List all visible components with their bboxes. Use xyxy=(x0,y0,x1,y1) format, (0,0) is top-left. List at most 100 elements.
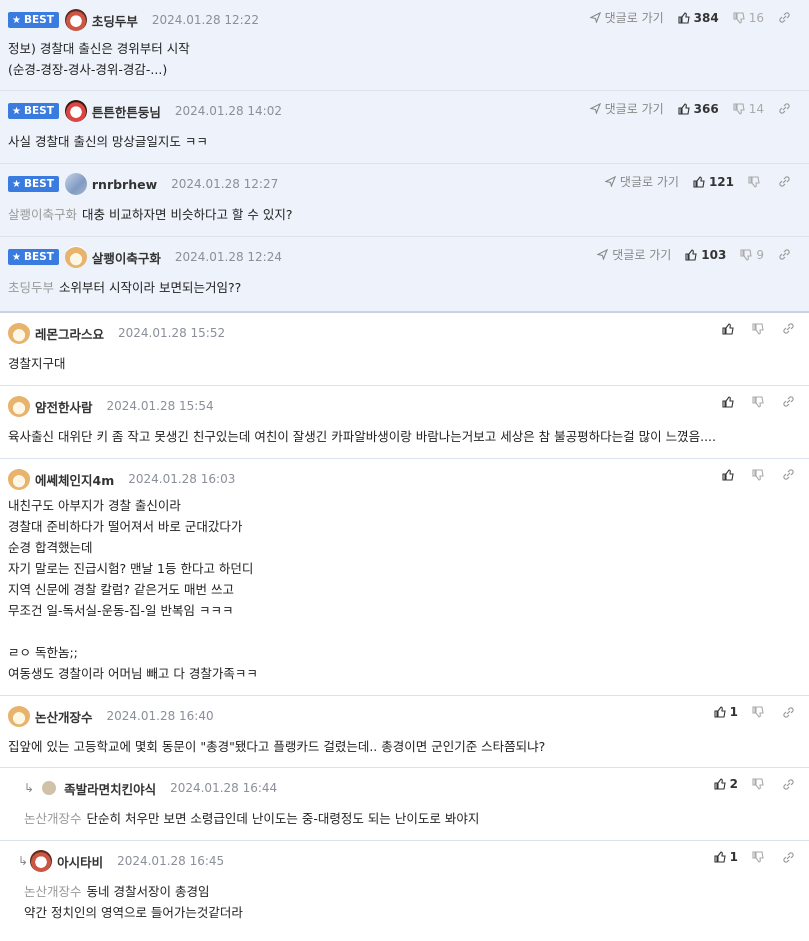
send-icon xyxy=(604,176,616,187)
upvote-button[interactable]: 103 xyxy=(685,248,726,262)
send-icon xyxy=(597,249,609,260)
mention[interactable]: 초딩두부 xyxy=(8,280,54,295)
thumbs-up-icon xyxy=(693,175,705,188)
link-icon xyxy=(779,176,790,187)
go-to-reply-link[interactable]: 댓글로 가기 xyxy=(604,173,679,190)
thumbs-up-icon xyxy=(678,11,690,24)
comment-date: 2024.01.28 16:44 xyxy=(170,781,278,795)
comment-item: ★ BEST 초딩두부 2024.01.28 12:22 댓글로 가기 384 1… xyxy=(0,0,809,91)
comment-item: 논산개장수 2024.01.28 16:40 1 집앞에 있는 고등학교에 몇회… xyxy=(0,696,809,768)
comment-date: 2024.01.28 15:54 xyxy=(106,399,214,413)
avatar[interactable] xyxy=(64,173,87,195)
downvote-button[interactable] xyxy=(752,468,768,481)
upvote-button[interactable]: 2 xyxy=(714,777,738,791)
link-icon xyxy=(779,12,790,23)
comment-text: 경찰지구대 xyxy=(8,356,66,371)
comment-date: 2024.01.28 16:45 xyxy=(117,854,225,868)
avatar[interactable] xyxy=(30,850,53,872)
comment-author[interactable]: 얌전한사람 xyxy=(35,397,93,416)
comment-list: ★ BEST 초딩두부 2024.01.28 12:22 댓글로 가기 384 1… xyxy=(0,0,809,941)
mention[interactable]: 살쾡이축구화 xyxy=(8,207,77,222)
share-link-button[interactable] xyxy=(782,322,799,335)
downvote-button[interactable] xyxy=(752,851,768,863)
thumbs-up-icon xyxy=(714,851,726,863)
comment-item: 에쎄체인지4m 2024.01.28 16:03 내친구도 아부지가 경찰 출신… xyxy=(0,459,809,696)
downvote-button[interactable]: 14 xyxy=(733,102,764,116)
thumbs-down-icon xyxy=(752,706,764,718)
avatar[interactable] xyxy=(8,468,30,490)
avatar[interactable] xyxy=(64,9,87,31)
avatar[interactable] xyxy=(8,395,30,417)
best-badge: ★ BEST xyxy=(8,249,59,265)
upvote-button[interactable]: 121 xyxy=(693,175,734,189)
downvote-button[interactable] xyxy=(752,778,768,790)
avatar[interactable] xyxy=(64,100,87,122)
downvote-button[interactable] xyxy=(752,706,768,718)
comment-author[interactable]: rnrbrhew xyxy=(92,177,157,192)
go-to-reply-link[interactable]: 댓글로 가기 xyxy=(589,9,664,26)
comment-item: ★ BEST 살쾡이축구화 2024.01.28 12:24 댓글로 가기 103… xyxy=(0,237,809,313)
send-icon xyxy=(589,103,601,114)
downvote-button[interactable] xyxy=(752,395,768,408)
downvote-button[interactable]: 9 xyxy=(740,248,764,262)
reply-item: ↳ 아시타비 2024.01.28 16:45 1 논산개장수 동네 경찰서장이 … xyxy=(0,841,809,941)
thumbs-up-icon xyxy=(685,248,697,261)
comment-text: 살쾡이축구화 대충 비교하자면 비슷하다고 할 수 있지? xyxy=(8,207,293,222)
thumbs-down-icon xyxy=(752,468,764,481)
share-link-button[interactable] xyxy=(778,102,795,115)
comment-text: 사실 경찰대 출신의 망상글일지도 ㅋㅋ xyxy=(8,134,208,149)
downvote-button[interactable]: 16 xyxy=(733,11,764,25)
go-to-reply-link[interactable]: 댓글로 가기 xyxy=(597,246,671,263)
share-link-button[interactable] xyxy=(782,778,799,791)
comment-text: 초딩두부 소위부터 시작이라 보면되는거임?? xyxy=(8,280,242,295)
downvote-button[interactable] xyxy=(748,175,764,188)
upvote-button[interactable]: 1 xyxy=(714,850,738,864)
comment-text: 논산개장수 단순히 처우만 보면 소령급인데 난이도는 중-대령정도 되는 난이도… xyxy=(24,811,480,826)
upvote-button[interactable]: 366 xyxy=(678,102,719,116)
star-icon: ★ xyxy=(12,251,21,263)
thumbs-down-icon xyxy=(752,322,764,335)
comment-author[interactable]: 에쎄체인지4m xyxy=(35,470,114,489)
downvote-button[interactable] xyxy=(752,322,768,335)
comment-author[interactable]: 살쾡이축구화 xyxy=(92,248,161,267)
thumbs-up-icon xyxy=(714,778,726,790)
share-link-button[interactable] xyxy=(778,11,795,24)
comment-date: 2024.01.28 12:24 xyxy=(174,250,282,264)
go-to-reply-link[interactable]: 댓글로 가기 xyxy=(589,100,664,117)
avatar[interactable] xyxy=(8,322,30,344)
share-link-button[interactable] xyxy=(778,175,795,188)
mention[interactable]: 논산개장수 xyxy=(24,884,82,899)
upvote-button[interactable]: 384 xyxy=(678,11,719,25)
share-link-button[interactable] xyxy=(782,395,799,408)
thumbs-down-icon xyxy=(740,248,753,261)
comment-text: 육사출신 대위단 키 좀 작고 못생긴 친구있는데 여친이 잘생긴 카파알바생이… xyxy=(8,429,716,444)
thumbs-down-icon xyxy=(733,11,745,24)
comment-author[interactable]: 아시타비 xyxy=(57,852,103,871)
reply-arrow-icon: ↳ xyxy=(18,854,29,868)
avatar[interactable] xyxy=(42,781,57,795)
comment-date: 2024.01.28 12:27 xyxy=(171,177,279,191)
share-link-button[interactable] xyxy=(782,851,799,864)
share-link-button[interactable] xyxy=(782,706,799,719)
comment-item: 레몬그라스요 2024.01.28 15:52 경찰지구대 xyxy=(0,313,809,386)
comment-author[interactable]: 레몬그라스요 xyxy=(35,324,104,343)
thumbs-up-icon xyxy=(722,468,734,481)
comment-author[interactable]: 논산개장수 xyxy=(35,707,93,726)
comment-item: ★ BEST 튼튼한튼둥님 2024.01.28 14:02 댓글로 가기 366… xyxy=(0,91,809,164)
comment-author[interactable]: 초딩두부 xyxy=(92,11,138,30)
comment-author[interactable]: 족발라면치킨야식 xyxy=(64,779,156,798)
mention[interactable]: 논산개장수 xyxy=(24,811,82,826)
avatar[interactable] xyxy=(8,705,30,727)
upvote-button[interactable] xyxy=(722,468,738,481)
upvote-button[interactable] xyxy=(722,395,738,408)
share-link-button[interactable] xyxy=(782,468,799,481)
thumbs-up-icon xyxy=(714,706,726,718)
upvote-button[interactable] xyxy=(722,322,738,335)
share-link-button[interactable] xyxy=(778,248,795,261)
comment-date: 2024.01.28 15:52 xyxy=(118,326,226,340)
comment-text: 논산개장수 동네 경찰서장이 총경임 약간 정치인의 영역으로 들어가는것같더라 xyxy=(24,884,243,920)
upvote-button[interactable]: 1 xyxy=(714,705,738,719)
comment-author[interactable]: 튼튼한튼둥님 xyxy=(92,102,161,121)
thumbs-down-icon xyxy=(748,175,760,188)
avatar[interactable] xyxy=(64,246,87,268)
